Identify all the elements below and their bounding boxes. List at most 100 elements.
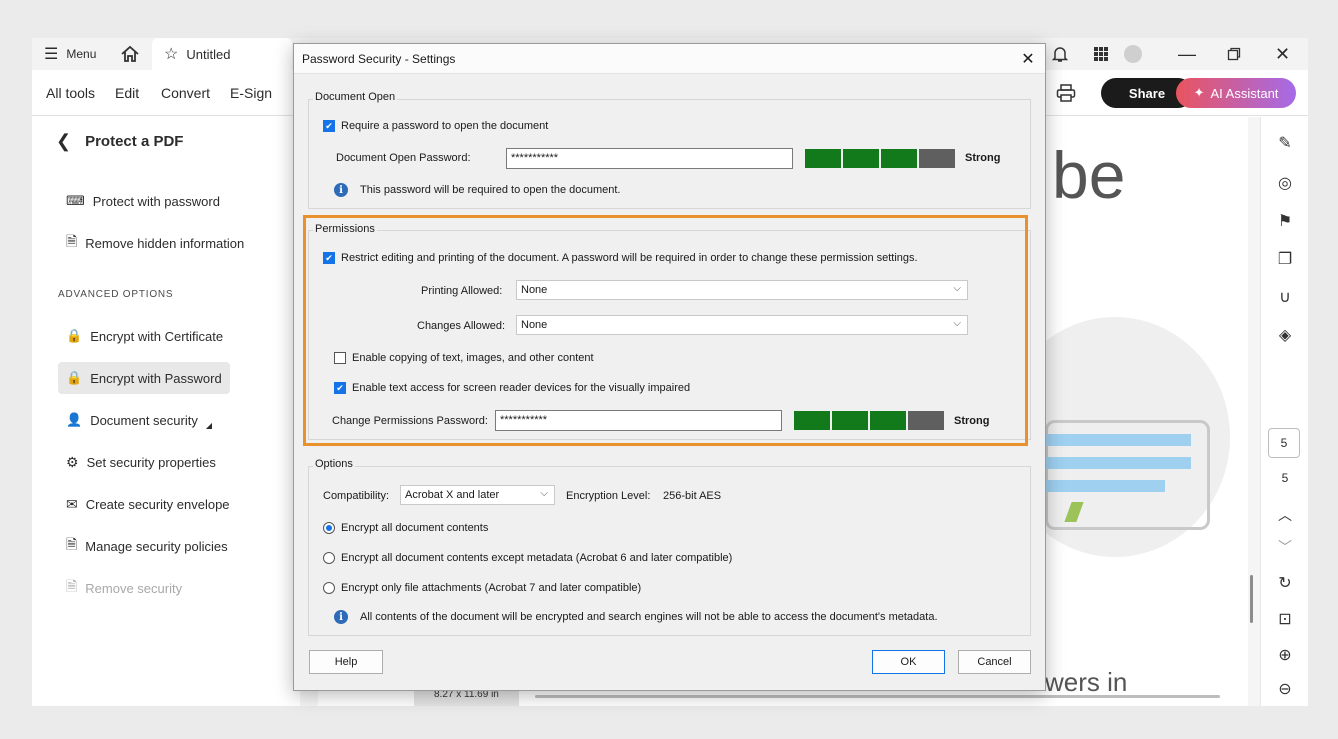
encryption-level-value: 256-bit AES	[663, 490, 722, 502]
except-metadata-label: Encrypt all document contents except met…	[341, 552, 733, 564]
compatibility-select[interactable]: Acrobat X and later ⌵	[400, 485, 555, 505]
printing-allowed-label: Printing Allowed:	[421, 285, 503, 297]
all-tools-link[interactable]: All tools	[46, 70, 95, 116]
page-number-input[interactable]: 5	[1268, 428, 1300, 458]
info-icon: i	[334, 610, 348, 624]
open-password-strength-meter	[805, 149, 955, 168]
attachment-icon[interactable]: ∪	[1273, 285, 1297, 309]
set-security-properties-item[interactable]: ⚙ Set security properties	[58, 446, 224, 478]
page-total: 5	[1281, 471, 1289, 485]
printing-allowed-select[interactable]: None ⌵	[516, 280, 968, 300]
except-metadata-radio[interactable]	[323, 552, 335, 564]
ai-doc-icon[interactable]: ✎	[1273, 131, 1297, 155]
compatibility-label: Compatibility:	[323, 490, 390, 502]
avatar[interactable]	[1124, 38, 1142, 70]
enable-copying-row: Enable copying of text, images, and othe…	[334, 352, 594, 364]
help-label: Help	[334, 656, 358, 668]
encrypt-all-radio[interactable]	[323, 522, 335, 534]
panel-header: ❮ Protect a PDF	[56, 131, 183, 152]
permissions-password-strength-meter	[794, 411, 944, 430]
item-label: Remove hidden information	[85, 235, 245, 251]
pages-icon[interactable]: ❐	[1273, 247, 1297, 271]
password-security-dialog: Password Security - Settings ✕ Document …	[293, 43, 1046, 691]
require-password-checkbox[interactable]: ✔	[323, 120, 335, 132]
restrict-editing-label: Restrict editing and printing of the doc…	[341, 252, 918, 264]
apps-grid-icon[interactable]	[1093, 38, 1109, 70]
dialog-titlebar: Password Security - Settings ✕	[294, 44, 1045, 74]
create-envelope-item[interactable]: ✉ Create security envelope	[58, 488, 238, 520]
gear-lock-icon: ⚙	[66, 453, 79, 470]
edit-link[interactable]: Edit	[115, 70, 139, 116]
print-icon[interactable]	[1056, 70, 1076, 116]
protect-panel: ❮ Protect a PDF ⌨ Protect with password …	[32, 117, 300, 706]
horizontal-scrollbar[interactable]	[535, 695, 1220, 698]
panel-title: Protect a PDF	[85, 133, 184, 150]
layers-icon[interactable]: ◈	[1273, 323, 1297, 347]
printing-allowed-value: None	[521, 284, 548, 296]
open-info-row: i This password will be required to open…	[334, 183, 620, 197]
chevron-down-icon[interactable]: ﹀	[1273, 535, 1297, 559]
ai-sparkle-icon: ✦	[1193, 85, 1205, 100]
zoom-in-icon[interactable]: ⊕	[1273, 643, 1297, 667]
chevron-down-icon: ⌵	[953, 318, 961, 329]
bookmark-icon[interactable]: ⚑	[1273, 209, 1297, 233]
encrypt-certificate-item[interactable]: 🔒 Encrypt with Certificate	[58, 320, 231, 352]
menu-button[interactable]: ☰ Menu	[44, 38, 96, 70]
document-security-item[interactable]: 👤 Document security ◢	[58, 404, 220, 436]
remove-security-icon: 🗎	[66, 578, 78, 594]
permissions-password-value: ***********	[500, 414, 548, 426]
menu-label: Menu	[66, 47, 97, 61]
star-icon[interactable]: ☆	[164, 44, 178, 64]
permissions-password-input[interactable]: ***********	[495, 410, 782, 431]
maximize-icon[interactable]	[1227, 38, 1241, 70]
radio-attachments-row: Encrypt only file attachments (Acrobat 7…	[323, 582, 641, 594]
window-close-icon[interactable]: ✕	[1275, 38, 1290, 70]
attachments-only-radio[interactable]	[323, 582, 335, 594]
options-label: Options	[313, 458, 355, 470]
manage-policies-item[interactable]: 🗎 Manage security policies	[58, 530, 236, 562]
protect-with-password-item[interactable]: ⌨ Protect with password	[58, 185, 228, 217]
encrypt-password-item[interactable]: 🔒 Encrypt with Password	[58, 362, 230, 394]
info-icon: i	[334, 183, 348, 197]
share-label: Share	[1128, 85, 1166, 101]
fit-page-icon[interactable]: ⊡	[1273, 607, 1297, 631]
radio-encrypt-all-row: Encrypt all document contents	[323, 522, 488, 534]
item-label: Encrypt with Certificate	[90, 328, 224, 344]
comment-icon[interactable]: ◎	[1273, 171, 1297, 195]
chat-line	[1046, 457, 1191, 469]
enable-copying-checkbox[interactable]	[334, 352, 346, 364]
permissions-strength-label: Strong	[954, 415, 990, 427]
open-password-label: Document Open Password:	[336, 152, 471, 164]
changes-allowed-select[interactable]: None ⌵	[516, 315, 968, 335]
permissions-label: Permissions	[313, 223, 377, 235]
vertical-scrollbar[interactable]	[1250, 575, 1253, 623]
ok-button[interactable]: OK	[872, 650, 945, 674]
dialog-title: Password Security - Settings	[302, 51, 456, 66]
close-icon[interactable]: ✕	[1019, 50, 1037, 68]
open-password-input[interactable]: ***********	[506, 148, 793, 169]
ai-assistant-button[interactable]: ✦ AI Assistant	[1176, 78, 1296, 108]
document-tab[interactable]: ☆ Untitled	[152, 38, 292, 70]
options-info-text: All contents of the document will be enc…	[360, 611, 938, 623]
require-password-label: Require a password to open the document	[341, 120, 549, 132]
bell-icon[interactable]	[1052, 38, 1068, 70]
right-rail: ✎ ◎ ⚑ ❐ ∪ ◈ 5 5 ︿ ﹀ ↻ ⊡ ⊕ ⊖	[1260, 117, 1308, 706]
remove-security-item[interactable]: 🗎 Remove security	[58, 572, 190, 604]
esign-link[interactable]: E-Sign	[230, 70, 272, 116]
cancel-button[interactable]: Cancel	[958, 650, 1031, 674]
convert-link[interactable]: Convert	[161, 70, 210, 116]
changes-allowed-value: None	[521, 319, 548, 331]
zoom-out-icon[interactable]: ⊖	[1273, 677, 1297, 701]
rotate-icon[interactable]: ↻	[1273, 571, 1297, 595]
restrict-editing-checkbox[interactable]: ✔	[323, 252, 335, 264]
minimize-icon[interactable]: —	[1178, 38, 1196, 70]
home-button[interactable]	[120, 38, 140, 70]
encryption-level-label: Encryption Level:	[566, 490, 651, 502]
help-button[interactable]: Help	[309, 650, 383, 674]
remove-hidden-info-item[interactable]: 🗎 Remove hidden information	[58, 227, 252, 259]
screen-reader-checkbox[interactable]: ✔	[334, 382, 346, 394]
item-label: Remove security	[85, 580, 183, 596]
tab-title: Untitled	[186, 46, 231, 62]
back-chevron-icon[interactable]: ❮	[56, 131, 71, 152]
chevron-up-icon[interactable]: ︿	[1273, 503, 1297, 527]
